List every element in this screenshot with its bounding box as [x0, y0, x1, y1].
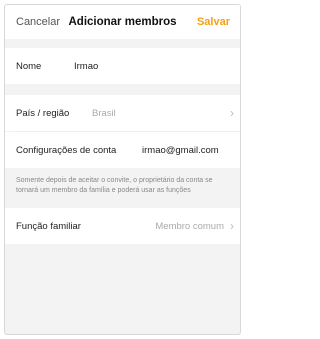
save-button[interactable]: Salvar — [197, 16, 230, 28]
header-bar: Cancelar Adicionar membros Salvar — [5, 5, 240, 39]
name-field[interactable]: Irmao — [74, 61, 98, 72]
country-row[interactable]: País / região Brasil › — [5, 95, 240, 131]
account-label: Configurações de conta — [16, 144, 117, 156]
add-members-screen: Cancelar Adicionar membros Salvar Nome I… — [4, 4, 241, 335]
chevron-right-icon: › — [230, 219, 234, 233]
name-row[interactable]: Nome Irmao — [5, 48, 240, 84]
invite-info-text: Somente depois de aceitar o convite, o p… — [16, 177, 213, 194]
country-label: País / região — [16, 107, 70, 119]
page-title: Adicionar membros — [68, 16, 177, 28]
country-value: Brasil — [92, 107, 116, 119]
account-row[interactable]: Configurações de conta irmao@gmail.com — [5, 132, 240, 168]
role-value: Membro comum — [155, 220, 224, 232]
name-label: Nome — [16, 60, 42, 72]
cancel-button[interactable]: Cancelar — [16, 16, 60, 28]
account-field[interactable]: irmao@gmail.com — [142, 145, 219, 156]
role-row[interactable]: Função familiar Membro comum › — [5, 208, 240, 244]
role-label: Função familiar — [16, 220, 81, 232]
chevron-right-icon: › — [230, 106, 234, 120]
